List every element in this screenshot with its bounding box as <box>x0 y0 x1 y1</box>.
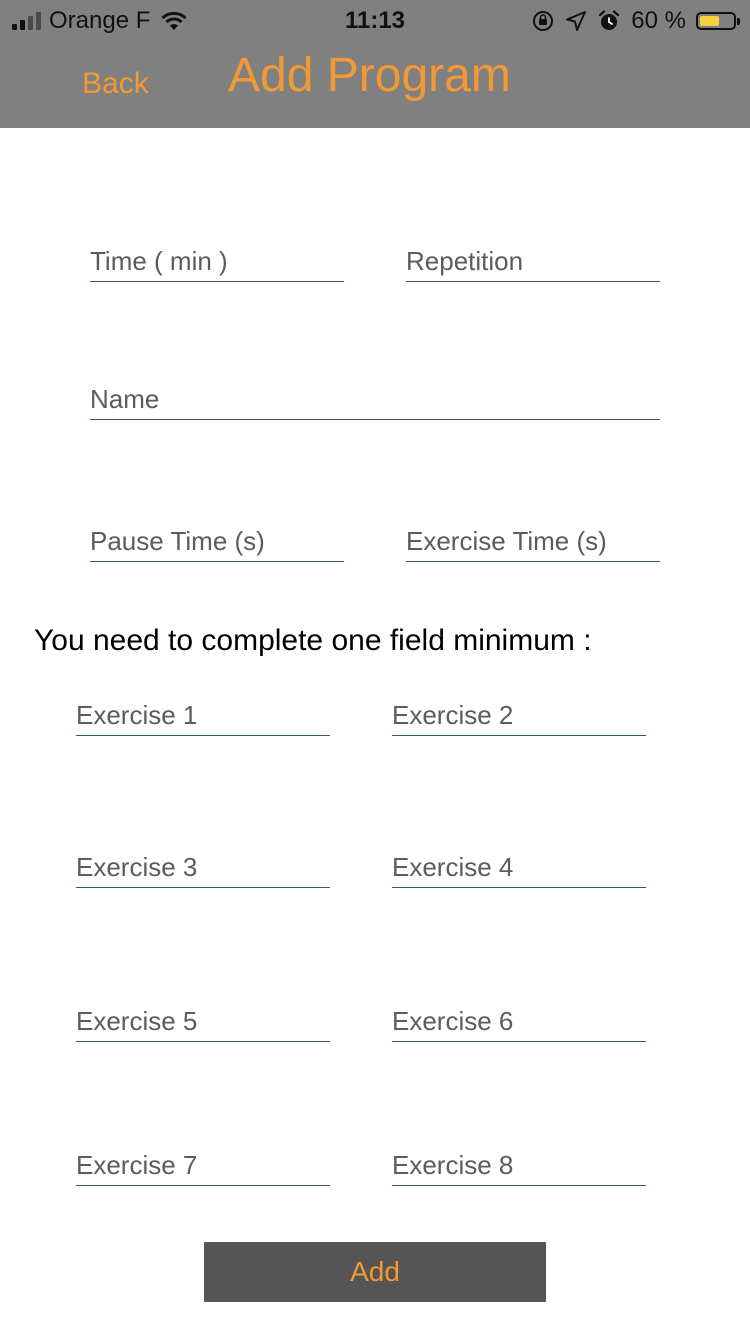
exercise-2-input[interactable] <box>392 696 646 735</box>
repetition-input[interactable] <box>406 242 660 281</box>
exercise-8-input[interactable] <box>392 1146 646 1185</box>
name-input[interactable] <box>90 380 660 419</box>
exercise-1-input[interactable] <box>76 696 330 735</box>
exercise-time-field[interactable] <box>406 522 660 562</box>
exercise-7-field[interactable] <box>76 1146 330 1186</box>
exercise-6-field[interactable] <box>392 1002 646 1042</box>
exercise-6-input[interactable] <box>392 1002 646 1041</box>
pause-time-field[interactable] <box>90 522 344 562</box>
exercise-8-field[interactable] <box>392 1146 646 1186</box>
location-icon <box>566 11 587 31</box>
exercise-1-field[interactable] <box>76 696 330 736</box>
alarm-icon <box>599 10 620 30</box>
exercise-7-input[interactable] <box>76 1146 330 1185</box>
required-fields-notice: You need to complete one field minimum : <box>34 624 592 657</box>
back-button[interactable]: Back <box>82 66 149 102</box>
orientation-lock-icon <box>533 11 554 31</box>
exercise-time-input[interactable] <box>406 522 660 561</box>
name-field[interactable] <box>90 380 660 420</box>
time-input[interactable] <box>90 242 344 281</box>
exercise-5-input[interactable] <box>76 1002 330 1041</box>
exercise-4-field[interactable] <box>392 848 646 888</box>
status-right: 60 % <box>531 6 740 36</box>
add-button[interactable]: Add <box>204 1242 546 1302</box>
pause-time-input[interactable] <box>90 522 344 561</box>
exercise-2-field[interactable] <box>392 696 646 736</box>
repetition-field[interactable] <box>406 242 660 282</box>
page-title: Add Program <box>228 49 511 102</box>
battery-level <box>700 16 720 26</box>
exercise-3-field[interactable] <box>76 848 330 888</box>
battery-icon <box>696 12 740 30</box>
exercise-4-input[interactable] <box>392 848 646 887</box>
time-field[interactable] <box>90 242 344 282</box>
navigation-header: Orange F 11:13 60 % Back Add Program <box>0 0 750 128</box>
status-bar: Orange F 11:13 60 % <box>0 0 750 40</box>
battery-percent: 60 % <box>631 7 686 34</box>
exercise-3-input[interactable] <box>76 848 330 887</box>
exercise-5-field[interactable] <box>76 1002 330 1042</box>
